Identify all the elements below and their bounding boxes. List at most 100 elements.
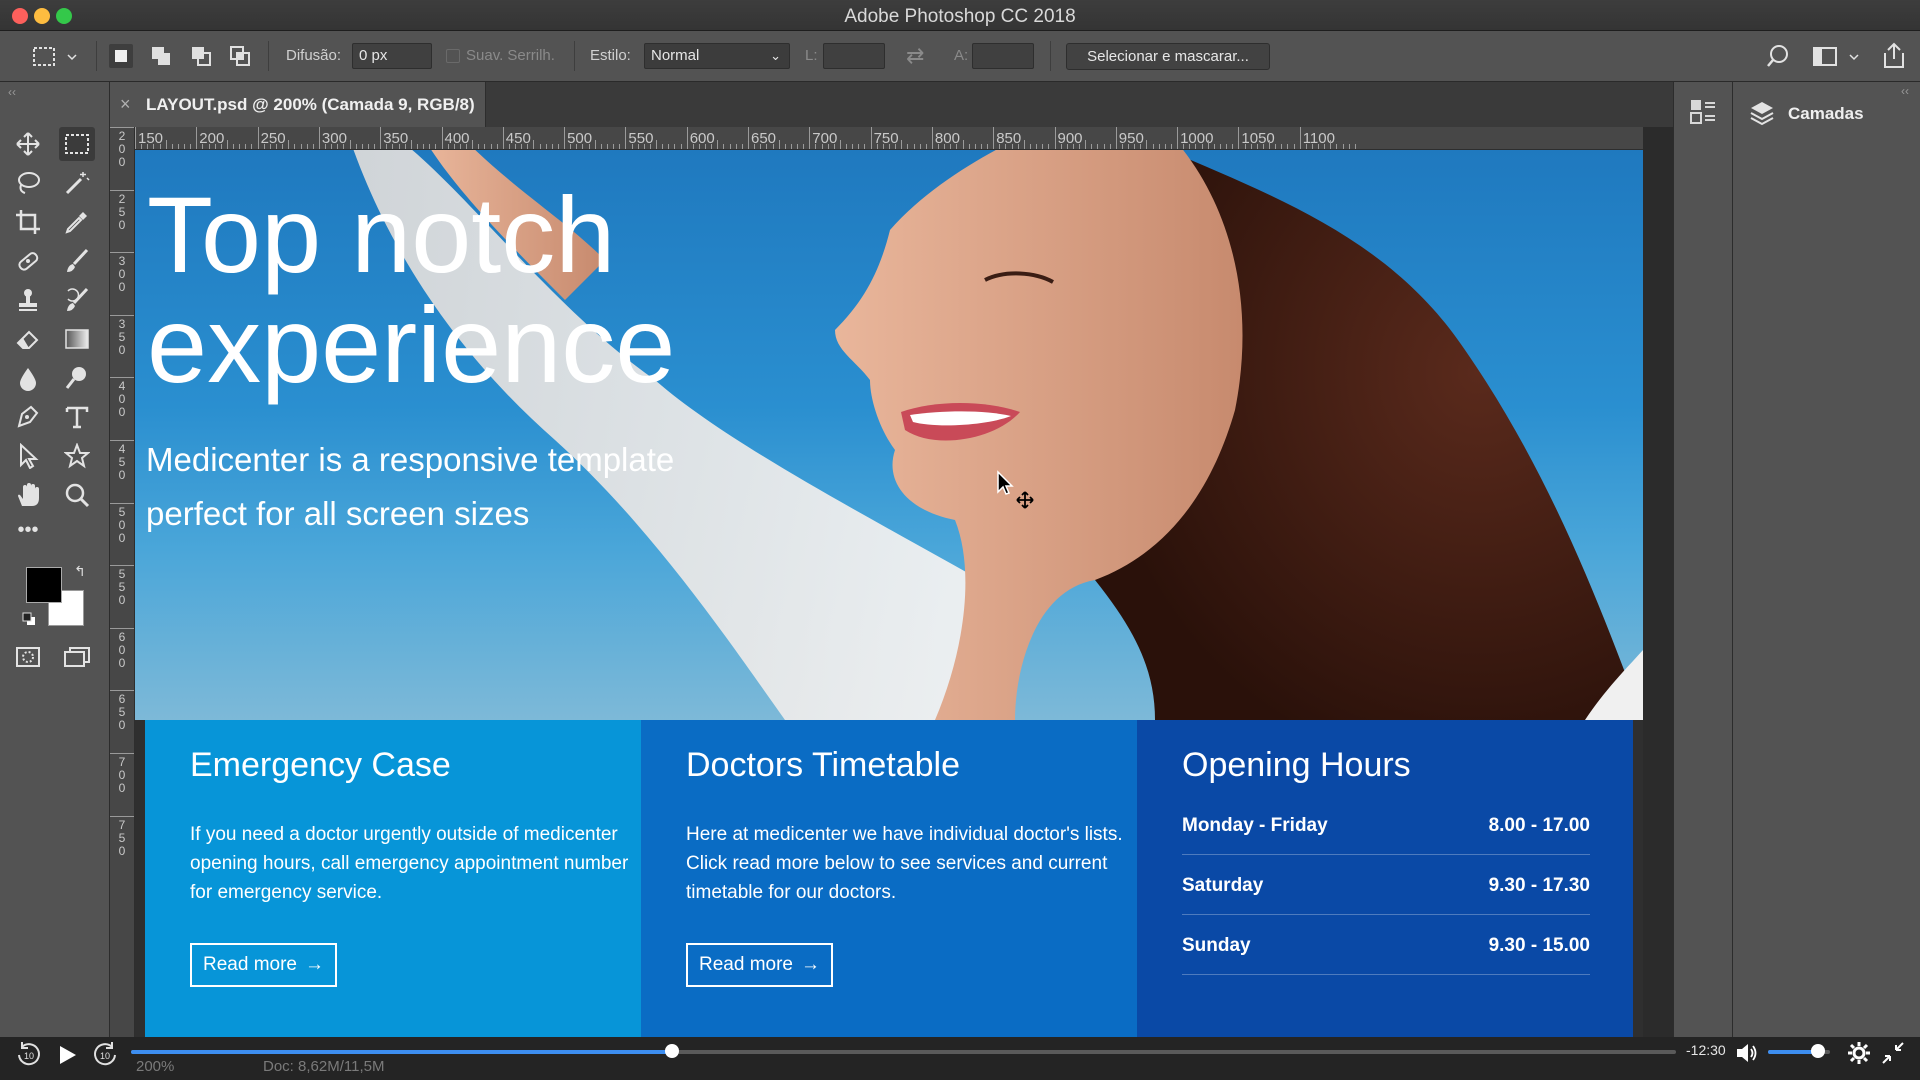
height-input[interactable] bbox=[972, 43, 1034, 69]
rewind-seconds: 10 bbox=[24, 1051, 34, 1061]
ruler-tick bbox=[833, 144, 835, 149]
feather-input[interactable]: 0 px bbox=[352, 43, 432, 69]
swap-colors-icon[interactable]: ↰ bbox=[74, 563, 86, 580]
document-canvas[interactable]: Top notch experience Medicenter is a res… bbox=[135, 150, 1643, 1037]
eyedropper-tool[interactable] bbox=[59, 205, 95, 239]
ruler-tick bbox=[269, 144, 271, 149]
ruler-tick bbox=[110, 627, 134, 629]
ruler-tick bbox=[827, 144, 829, 149]
add-to-selection-button[interactable] bbox=[149, 44, 173, 68]
history-brush-tool[interactable] bbox=[59, 283, 95, 317]
ruler-tick bbox=[1121, 144, 1123, 149]
ruler-tick bbox=[1281, 144, 1283, 149]
hand-tool[interactable] bbox=[10, 478, 46, 512]
horizontal-ruler[interactable]: 150 200 250 300 350 400 450 500 550 600 650 700 750 8… bbox=[135, 127, 1643, 150]
ruler-tick bbox=[643, 144, 645, 149]
marquee-tool-preset-picker[interactable] bbox=[30, 43, 82, 71]
exit-fullscreen-button[interactable] bbox=[1880, 1040, 1906, 1066]
share-button[interactable] bbox=[1880, 41, 1908, 71]
ruler-tick bbox=[404, 144, 406, 149]
intersect-selection-button[interactable] bbox=[228, 44, 252, 68]
zoom-icon bbox=[65, 483, 90, 508]
width-input[interactable] bbox=[823, 43, 885, 69]
layers-panel-tab[interactable]: Camadas bbox=[1733, 92, 1920, 132]
eraser-tool[interactable] bbox=[10, 322, 46, 356]
document-tab[interactable]: × LAYOUT.psd @ 200% (Camada 9, RGB/8) bbox=[110, 82, 486, 127]
ruler-tick bbox=[220, 144, 222, 149]
workspace-switcher[interactable] bbox=[1812, 43, 1862, 71]
timetable-read-more-button[interactable]: Read more → bbox=[686, 943, 833, 987]
ruler-tick bbox=[527, 144, 529, 149]
volume-slider[interactable] bbox=[1768, 1044, 1830, 1058]
rewind-10-button[interactable]: 10 bbox=[14, 1040, 44, 1070]
share-icon bbox=[1884, 42, 1904, 68]
crop-tool[interactable] bbox=[10, 205, 46, 239]
document-size[interactable]: Doc: 8,62M/11,5M bbox=[263, 1058, 384, 1075]
ruler-tick bbox=[1029, 144, 1031, 149]
intersect-selection-icon bbox=[230, 46, 250, 66]
ruler-tick bbox=[858, 144, 860, 149]
move-tool[interactable] bbox=[10, 127, 46, 161]
ruler-tick bbox=[545, 144, 547, 149]
ruler-tick bbox=[1097, 144, 1099, 149]
clone-stamp-tool[interactable] bbox=[10, 283, 46, 317]
dodge-tool[interactable] bbox=[59, 361, 95, 395]
search-button[interactable] bbox=[1766, 43, 1794, 71]
lasso-tool[interactable] bbox=[10, 166, 46, 200]
ruler-tick bbox=[533, 140, 535, 149]
magic-wand-tool[interactable] bbox=[59, 166, 95, 200]
toolbox: ‹‹ ••• ↰ bbox=[0, 82, 110, 1037]
emergency-read-more-button[interactable]: Read more → bbox=[190, 943, 337, 987]
edit-toolbar-button[interactable]: ••• bbox=[10, 513, 46, 547]
mute-button[interactable] bbox=[1734, 1040, 1760, 1066]
forward-10-button[interactable]: 10 bbox=[90, 1040, 120, 1070]
pen-tool[interactable] bbox=[10, 400, 46, 434]
volume-icon bbox=[1737, 1044, 1757, 1062]
ruler-tick bbox=[888, 144, 890, 149]
ruler-tick bbox=[374, 144, 376, 149]
ruler-tick bbox=[110, 314, 134, 316]
brush-tool[interactable] bbox=[59, 244, 95, 278]
ruler-tick bbox=[588, 144, 590, 149]
path-selection-tool[interactable] bbox=[10, 439, 46, 473]
collapse-toolbox-icon[interactable]: ‹‹ bbox=[8, 85, 16, 99]
hero-subtitle-line-2: perfect for all screen sizes bbox=[146, 495, 530, 532]
properties-panel-button[interactable] bbox=[1688, 97, 1718, 127]
volume-handle[interactable] bbox=[1810, 1044, 1825, 1058]
new-selection-button[interactable] bbox=[109, 44, 133, 68]
quick-mask-button[interactable] bbox=[10, 640, 46, 674]
select-and-mask-button[interactable]: Selecionar e mascarar... bbox=[1066, 43, 1270, 70]
ruler-tick bbox=[1115, 127, 1117, 149]
ruler-tick bbox=[1189, 144, 1191, 149]
gradient-tool[interactable] bbox=[59, 322, 95, 356]
antialias-checkbox[interactable] bbox=[446, 49, 460, 63]
ruler-tick bbox=[698, 144, 700, 149]
close-tab-icon[interactable]: × bbox=[120, 94, 131, 115]
rectangular-marquee-tool[interactable] bbox=[59, 127, 95, 161]
healing-brush-tool[interactable] bbox=[10, 244, 46, 278]
play-button[interactable] bbox=[52, 1040, 82, 1070]
vertical-ruler[interactable]: 200 250 300 350 400 450 500 550 600 650 700 750 bbox=[110, 127, 135, 1039]
settings-button[interactable] bbox=[1846, 1040, 1872, 1066]
screen-mode-button[interactable] bbox=[59, 640, 95, 674]
style-select[interactable]: Normal ⌄ bbox=[644, 43, 790, 69]
blur-tool[interactable] bbox=[10, 361, 46, 395]
zoom-level[interactable]: 200% bbox=[136, 1058, 174, 1075]
ruler-tick bbox=[1250, 144, 1252, 149]
video-progress-handle[interactable] bbox=[664, 1044, 679, 1058]
type-tool[interactable] bbox=[59, 400, 95, 434]
ruler-tick bbox=[1275, 144, 1277, 149]
subtract-from-selection-button[interactable] bbox=[189, 44, 213, 68]
ruler-tick bbox=[950, 144, 952, 149]
drop-icon bbox=[20, 368, 36, 391]
custom-shape-tool[interactable] bbox=[59, 439, 95, 473]
zoom-tool[interactable] bbox=[59, 478, 95, 512]
ruler-tick bbox=[882, 144, 884, 149]
default-colors-button[interactable] bbox=[22, 612, 36, 626]
dodge-icon bbox=[65, 367, 86, 389]
hero-title: Top notch experience bbox=[147, 180, 947, 400]
video-progress-bar[interactable] bbox=[131, 1044, 1676, 1058]
ruler-tick bbox=[1299, 127, 1301, 149]
swap-dimensions-icon[interactable]: ⇄ bbox=[906, 43, 924, 69]
ruler-tick bbox=[1226, 144, 1228, 149]
